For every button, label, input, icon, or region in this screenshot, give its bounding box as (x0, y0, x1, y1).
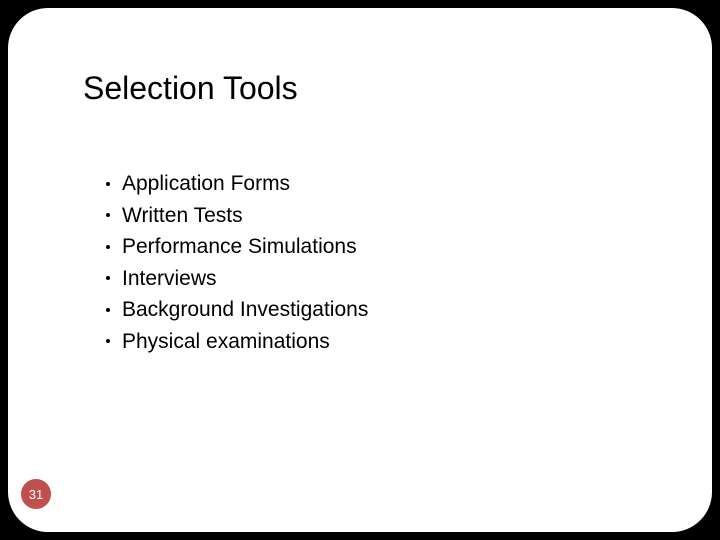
bullet-icon (106, 339, 110, 343)
list-item: Written Tests (106, 200, 368, 232)
slide-title: Selection Tools (83, 70, 298, 107)
bullet-icon (106, 213, 110, 217)
bullet-text: Background Investigations (122, 294, 368, 326)
bullet-icon (106, 276, 110, 280)
bullet-icon (106, 245, 110, 249)
list-item: Background Investigations (106, 294, 368, 326)
page-number-badge: 31 (20, 478, 52, 510)
bullet-list: Application Forms Written Tests Performa… (106, 168, 368, 357)
bullet-text: Physical examinations (122, 326, 330, 358)
bullet-text: Performance Simulations (122, 231, 357, 263)
list-item: Performance Simulations (106, 231, 368, 263)
list-item: Application Forms (106, 168, 368, 200)
list-item: Interviews (106, 263, 368, 295)
list-item: Physical examinations (106, 326, 368, 358)
bullet-icon (106, 308, 110, 312)
bullet-icon (106, 182, 110, 186)
bullet-text: Application Forms (122, 168, 290, 200)
slide-frame: Selection Tools Application Forms Writte… (8, 8, 712, 532)
bullet-text: Written Tests (122, 200, 243, 232)
bullet-text: Interviews (122, 263, 217, 295)
